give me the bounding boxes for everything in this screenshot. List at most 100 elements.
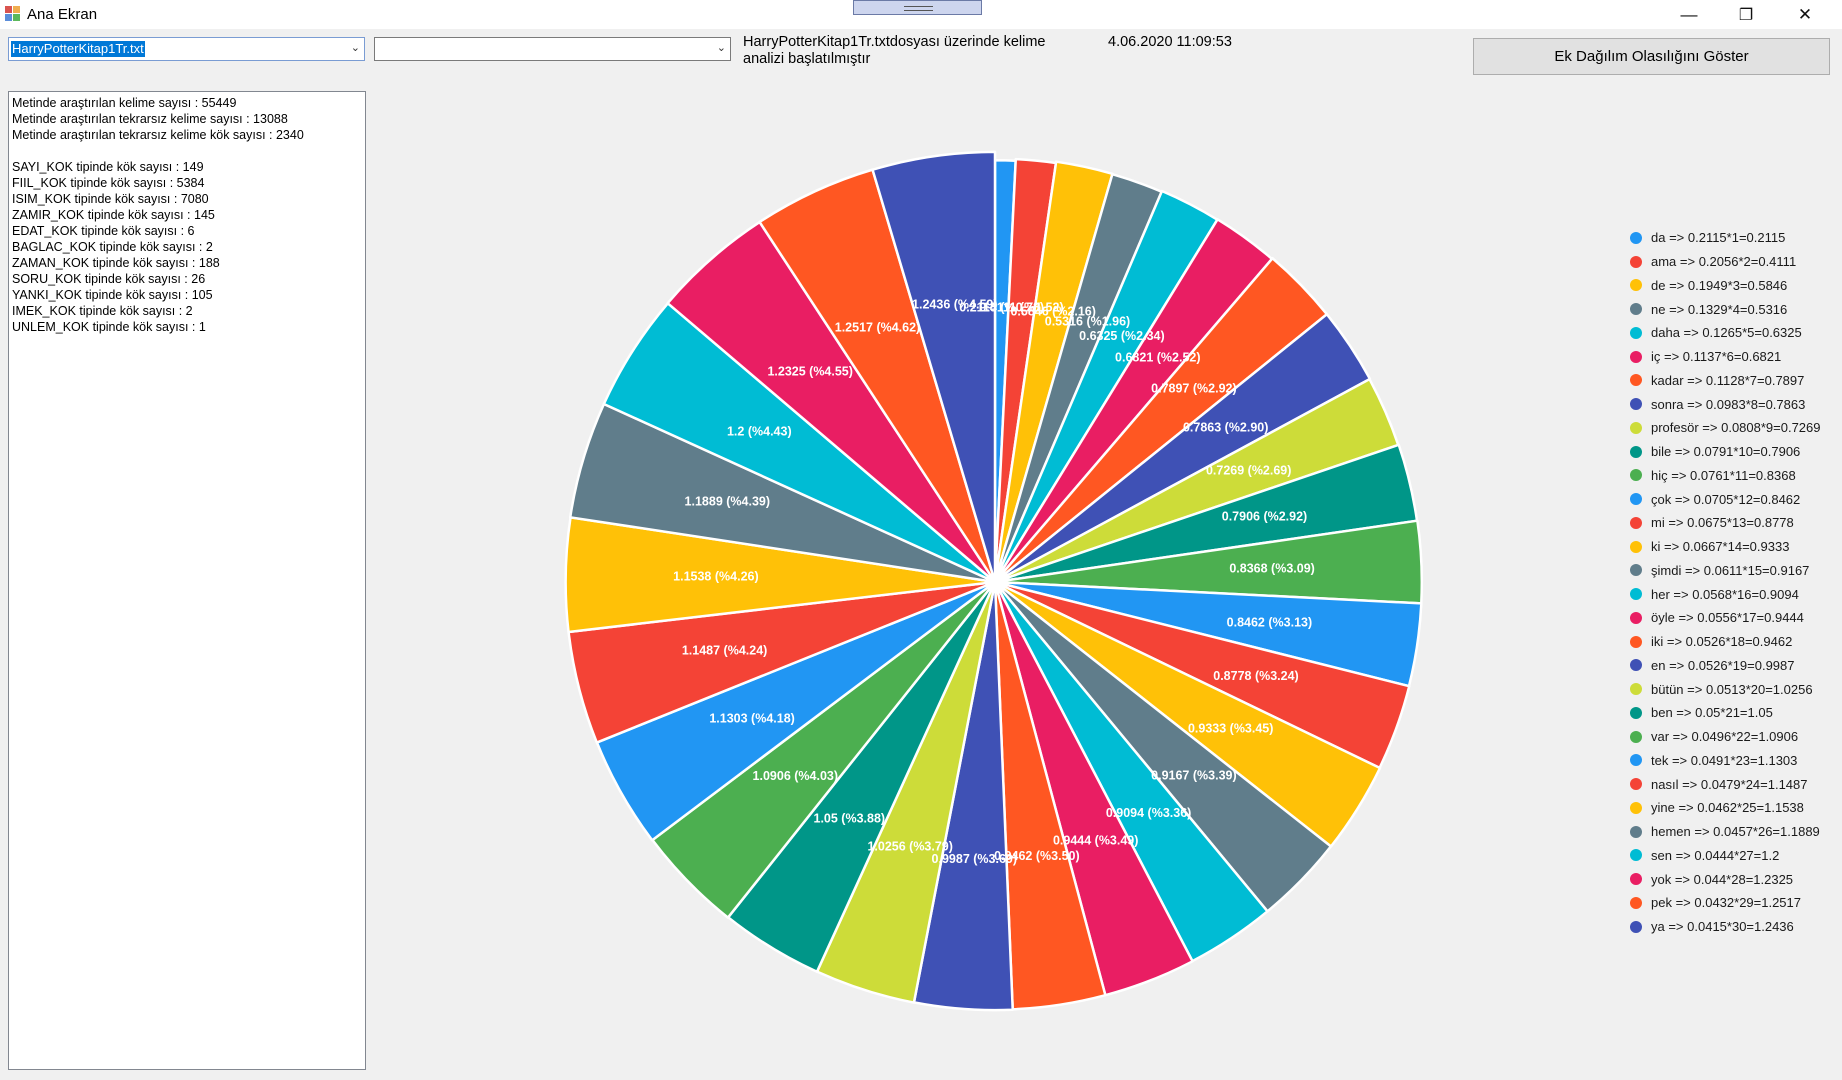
legend-item: nasıl => 0.0479*24=1.1487 (1630, 772, 1840, 796)
legend-label: yok => 0.044*28=1.2325 (1651, 871, 1794, 887)
legend-label: ama => 0.2056*2=0.4111 (1651, 254, 1797, 270)
legend-label: bile => 0.0791*10=0.7906 (1651, 444, 1801, 460)
slice-label: 0.7269 (%2.69) (1206, 463, 1291, 477)
legend-item: ne => 0.1329*4=0.5316 (1630, 297, 1840, 321)
legend-label: nasıl => 0.0479*24=1.1487 (1651, 776, 1808, 792)
legend-item: yok => 0.044*28=1.2325 (1630, 867, 1840, 891)
legend-item: ama => 0.2056*2=0.4111 (1630, 250, 1840, 274)
legend-label: ben => 0.05*21=1.05 (1651, 705, 1773, 721)
legend-label: var => 0.0496*22=1.0906 (1651, 729, 1799, 745)
legend-dot-icon (1630, 398, 1642, 411)
legend-item: iki => 0.0526*18=0.9462 (1630, 630, 1840, 654)
legend-item: şimdi => 0.0611*15=0.9167 (1630, 559, 1840, 583)
slice-label: 1.2436 (%4.59) (912, 298, 997, 312)
legend-item: kadar => 0.1128*7=0.7897 (1630, 369, 1840, 393)
legend-item: var => 0.0496*22=1.0906 (1630, 725, 1840, 749)
slice-label: 1.1889 (%4.39) (685, 495, 770, 509)
slice-label: 0.5316 (%1.96) (1045, 314, 1130, 328)
legend-item: her => 0.0568*16=0.9094 (1630, 582, 1840, 606)
legend-item: tek => 0.0491*23=1.1303 (1630, 749, 1840, 773)
slice-label: 0.9333 (%3.45) (1188, 722, 1273, 736)
legend-dot-icon (1630, 896, 1642, 909)
slice-label: 0.6325 (%2.34) (1079, 329, 1164, 343)
legend-item: da => 0.2115*1=0.2115 (1630, 226, 1840, 250)
legend-dot-icon (1630, 469, 1642, 482)
legend-label: tek => 0.0491*23=1.1303 (1651, 752, 1798, 768)
legend-dot-icon (1630, 683, 1642, 696)
legend-item: yine => 0.0462*25=1.1538 (1630, 796, 1840, 820)
legend-dot-icon (1630, 706, 1642, 719)
legend-item: çok => 0.0705*12=0.8462 (1630, 487, 1840, 511)
slice-label: 0.9167 (%3.39) (1151, 768, 1236, 782)
legend-item: sonra => 0.0983*8=0.7863 (1630, 392, 1840, 416)
slice-label: 1.2 (%4.43) (727, 424, 792, 438)
slice-label: 0.9987 (%3.69) (932, 852, 1017, 866)
legend-dot-icon (1630, 754, 1642, 767)
legend-dot-icon (1630, 730, 1642, 743)
chart-legend: da => 0.2115*1=0.2115 ama => 0.2056*2=0.4… (1630, 226, 1840, 939)
legend-dot-icon (1630, 493, 1642, 506)
slice-label: 1.0256 (%3.79) (867, 839, 952, 853)
legend-label: iki => 0.0526*18=0.9462 (1651, 634, 1793, 650)
legend-label: daha => 0.1265*5=0.6325 (1651, 325, 1802, 341)
legend-item: hemen => 0.0457*26=1.1889 (1630, 820, 1840, 844)
slice-label: 1.1487 (%4.24) (682, 643, 767, 657)
legend-item: de => 0.1949*3=0.5846 (1630, 274, 1840, 298)
legend-dot-icon (1630, 801, 1642, 814)
slice-label: 1.2325 (%4.55) (767, 365, 852, 379)
legend-dot-icon (1630, 279, 1642, 292)
legend-label: ne => 0.1329*4=0.5316 (1651, 301, 1788, 317)
legend-dot-icon (1630, 445, 1642, 458)
legend-label: yine => 0.0462*25=1.1538 (1651, 800, 1804, 816)
legend-label: kadar => 0.1128*7=0.7897 (1651, 372, 1805, 388)
legend-label: da => 0.2115*1=0.2115 (1651, 230, 1786, 246)
legend-label: ya => 0.0415*30=1.2436 (1651, 919, 1794, 935)
slice-label: 0.7897 (%2.92) (1151, 381, 1236, 395)
legend-item: pek => 0.0432*29=1.2517 (1630, 891, 1840, 915)
slice-label: 1.1538 (%4.26) (673, 569, 758, 583)
legend-label: iç => 0.1137*6=0.6821 (1651, 349, 1782, 365)
legend-label: ki => 0.0667*14=0.9333 (1651, 539, 1790, 555)
legend-dot-icon (1630, 873, 1642, 886)
legend-label: de => 0.1949*3=0.5846 (1651, 277, 1788, 293)
legend-label: hiç => 0.0761*11=0.8368 (1651, 467, 1796, 483)
legend-dot-icon (1630, 588, 1642, 601)
legend-dot-icon (1630, 516, 1642, 529)
legend-dot-icon (1630, 255, 1642, 268)
legend-dot-icon (1630, 350, 1642, 363)
slice-label: 0.7906 (%2.92) (1222, 509, 1307, 523)
legend-item: mi => 0.0675*13=0.8778 (1630, 511, 1840, 535)
legend-dot-icon (1630, 920, 1642, 933)
legend-item: iç => 0.1137*6=0.6821 (1630, 345, 1840, 369)
legend-dot-icon (1630, 540, 1642, 553)
legend-item: ki => 0.0667*14=0.9333 (1630, 535, 1840, 559)
slice-label: 0.9094 (%3.36) (1106, 806, 1191, 820)
legend-item: bütün => 0.0513*20=1.0256 (1630, 677, 1840, 701)
slice-label: 1.2517 (%4.62) (835, 321, 920, 335)
legend-label: profesör => 0.0808*9=0.7269 (1651, 420, 1821, 436)
slice-label: 1.1303 (%4.18) (709, 712, 794, 726)
legend-item: ben => 0.05*21=1.05 (1630, 701, 1840, 725)
legend-label: öyle => 0.0556*17=0.9444 (1651, 610, 1804, 626)
legend-item: bile => 0.0791*10=0.7906 (1630, 440, 1840, 464)
legend-label: sen => 0.0444*27=1.2 (1651, 847, 1780, 863)
legend-item: ya => 0.0415*30=1.2436 (1630, 915, 1840, 939)
slice-label: 1.0906 (%4.03) (753, 769, 838, 783)
legend-dot-icon (1630, 659, 1642, 672)
legend-dot-icon (1630, 635, 1642, 648)
legend-dot-icon (1630, 374, 1642, 387)
slice-label: 0.7863 (%2.90) (1183, 421, 1268, 435)
legend-item: öyle => 0.0556*17=0.9444 (1630, 606, 1840, 630)
legend-label: sonra => 0.0983*8=0.7863 (1651, 396, 1806, 412)
pie-chart: 0.2115 (%0.78)0.4111 (%1.52)0.5846 (%2.1… (564, 150, 1424, 1012)
legend-label: hemen => 0.0457*26=1.1889 (1651, 824, 1820, 840)
legend-label: en => 0.0526*19=0.9987 (1651, 657, 1795, 673)
legend-label: her => 0.0568*16=0.9094 (1651, 586, 1799, 602)
slice-label: 0.8462 (%3.13) (1227, 615, 1312, 629)
legend-dot-icon (1630, 849, 1642, 862)
legend-dot-icon (1630, 564, 1642, 577)
legend-dot-icon (1630, 611, 1642, 624)
slice-label: 0.6821 (%2.52) (1115, 351, 1200, 365)
legend-dot-icon (1630, 825, 1642, 838)
legend-item: sen => 0.0444*27=1.2 (1630, 844, 1840, 868)
